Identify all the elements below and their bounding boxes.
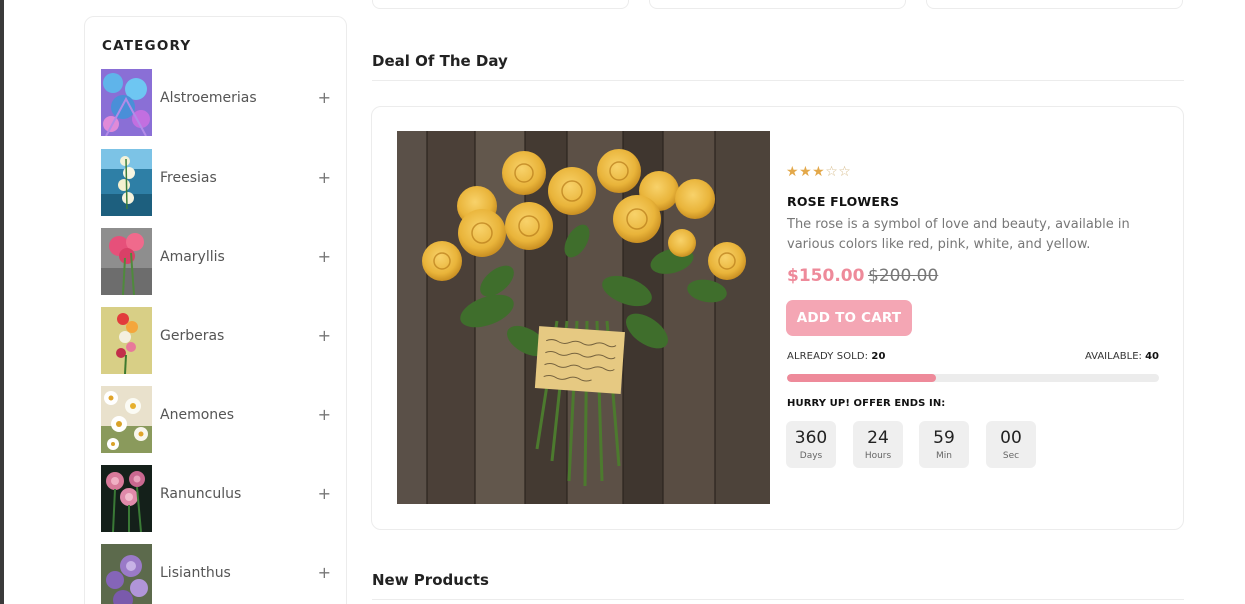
current-price: $150.00 bbox=[787, 266, 865, 286]
already-sold-label: ALREADY SOLD: bbox=[787, 351, 869, 362]
countdown-hours: 24 Hours bbox=[853, 421, 903, 468]
countdown-value: 59 bbox=[933, 428, 955, 448]
window-edge bbox=[0, 0, 4, 604]
countdown-value: 360 bbox=[794, 428, 828, 448]
amaryllis-thumbnail bbox=[101, 228, 152, 295]
star-filled-icon: ★ bbox=[812, 164, 826, 180]
alstroemerias-thumbnail bbox=[101, 69, 152, 136]
countdown-days: 360 Days bbox=[786, 421, 836, 468]
already-sold-value: 20 bbox=[871, 351, 886, 362]
new-products-title: New Products bbox=[372, 571, 489, 589]
stock-progress-bar bbox=[787, 374, 1159, 382]
gerberas-thumbnail bbox=[101, 307, 152, 374]
rating-stars: ★★★☆☆ bbox=[786, 164, 851, 180]
countdown-unit: Min bbox=[936, 451, 952, 461]
already-sold-info: ALREADY SOLD: 20 bbox=[787, 351, 886, 362]
product-description: The rose is a symbol of love and beauty,… bbox=[787, 217, 1130, 252]
section-divider bbox=[372, 80, 1184, 81]
add-to-cart-button[interactable]: ADD TO CART bbox=[786, 300, 912, 336]
countdown-minutes: 59 Min bbox=[919, 421, 969, 468]
deal-section-title: Deal Of The Day bbox=[372, 52, 508, 70]
product-card-partial[interactable] bbox=[926, 0, 1183, 9]
expand-plus-icon[interactable]: + bbox=[318, 407, 331, 423]
category-item-lisianthus[interactable]: Lisianthus + bbox=[101, 544, 331, 604]
countdown-unit: Sec bbox=[1002, 451, 1020, 461]
freesias-thumbnail bbox=[101, 149, 152, 216]
lisianthus-thumbnail bbox=[101, 544, 152, 604]
category-label: Amaryllis bbox=[160, 249, 225, 265]
category-item-anemones[interactable]: Anemones + bbox=[101, 386, 331, 453]
category-label: Anemones bbox=[160, 407, 235, 423]
expand-plus-icon[interactable]: + bbox=[318, 249, 331, 265]
ranunculus-thumbnail bbox=[101, 465, 152, 532]
star-empty-icon: ☆ bbox=[838, 164, 852, 180]
star-empty-icon: ☆ bbox=[825, 164, 839, 180]
category-label: Ranunculus bbox=[160, 486, 242, 502]
anemones-thumbnail bbox=[101, 386, 152, 453]
countdown-seconds: 00 Sec bbox=[986, 421, 1036, 468]
category-sidebar: CATEGORY Alstroemerias + Freesias + Amar… bbox=[84, 16, 347, 604]
expand-plus-icon[interactable]: + bbox=[318, 328, 331, 344]
product-card-partial[interactable] bbox=[372, 0, 629, 9]
category-item-ranunculus[interactable]: Ranunculus + bbox=[101, 465, 331, 532]
section-divider bbox=[372, 599, 1184, 600]
rose-bouquet-image[interactable] bbox=[397, 131, 770, 504]
stock-progress-fill bbox=[787, 374, 936, 382]
expand-plus-icon[interactable]: + bbox=[318, 170, 331, 186]
category-label: Alstroemerias bbox=[160, 90, 257, 106]
category-item-amaryllis[interactable]: Amaryllis + bbox=[101, 228, 331, 295]
category-item-alstroemerias[interactable]: Alstroemerias + bbox=[101, 69, 331, 136]
expand-plus-icon[interactable]: + bbox=[318, 565, 331, 581]
available-label: AVAILABLE: bbox=[1084, 351, 1142, 362]
category-label: Freesias bbox=[160, 170, 217, 186]
category-item-gerberas[interactable]: Gerberas + bbox=[101, 307, 331, 374]
category-label: Lisianthus bbox=[160, 565, 231, 581]
countdown-value: 00 bbox=[1000, 428, 1022, 448]
available-value: 40 bbox=[1145, 351, 1159, 362]
expand-plus-icon[interactable]: + bbox=[318, 90, 331, 106]
expand-plus-icon[interactable]: + bbox=[318, 486, 331, 502]
old-price: $200.00 bbox=[868, 266, 939, 286]
offer-countdown-label: HURRY UP! OFFER ENDS IN: bbox=[787, 398, 946, 409]
category-item-freesias[interactable]: Freesias + bbox=[101, 149, 331, 216]
star-filled-icon: ★ bbox=[799, 164, 813, 180]
countdown-value: 24 bbox=[867, 428, 889, 448]
countdown-unit: Days bbox=[799, 451, 823, 461]
star-filled-icon: ★ bbox=[786, 164, 800, 180]
category-label: Gerberas bbox=[160, 328, 225, 344]
product-card-partial[interactable] bbox=[649, 0, 906, 9]
countdown-unit: Hours bbox=[864, 451, 892, 461]
available-info: AVAILABLE: 40 bbox=[1085, 351, 1159, 362]
product-name[interactable]: ROSE FLOWERS bbox=[787, 194, 899, 209]
sidebar-title: CATEGORY bbox=[102, 38, 192, 54]
